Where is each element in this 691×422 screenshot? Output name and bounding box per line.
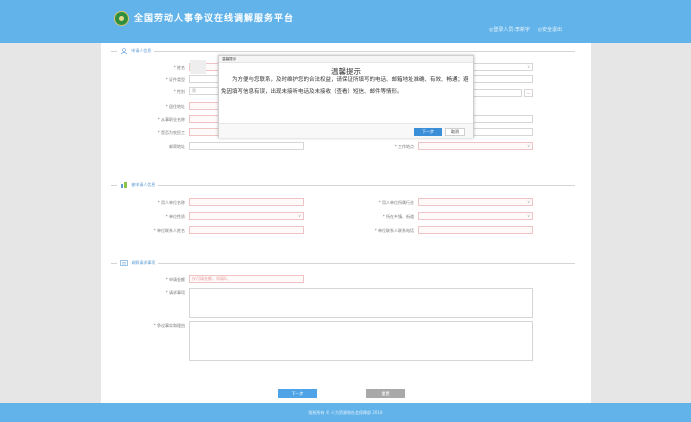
unit-nature-label: * 单位性质 bbox=[165, 214, 185, 219]
mail-address-label: 邮寄地址 bbox=[169, 144, 185, 149]
amount-label: * 申请金额 bbox=[165, 277, 185, 282]
workplace-select[interactable] bbox=[418, 142, 533, 150]
id-type-label: * 证件类型 bbox=[165, 77, 185, 82]
loading-placeholder bbox=[190, 60, 206, 74]
reset-button[interactable]: 重置 bbox=[366, 389, 405, 398]
amount-input[interactable]: 仅可填金额，如填0。 bbox=[189, 275, 304, 283]
reason-textarea[interactable] bbox=[189, 321, 533, 361]
next-step-button[interactable]: 下一步 bbox=[278, 389, 317, 398]
user-area: ◎登录人员:李新宇 ◎安全退出 bbox=[489, 26, 568, 33]
unit-region-label: * 所在乡镇、街道 bbox=[382, 214, 414, 219]
gender-label: * 性别 bbox=[173, 89, 185, 94]
workplace-label: * 工作地点 bbox=[394, 144, 414, 149]
top-header-bar: 全国劳动人事争议在线调解服务平台 ◎登录人员:李新宇 ◎安全退出 bbox=[0, 0, 691, 43]
section-end-mark bbox=[575, 262, 583, 266]
site-title: 全国劳动人事争议在线调解服务平台 bbox=[134, 14, 295, 24]
dialog-message: 为方便与您联系，及时维护您的合法权益，请保证所填写的电话、邮箱地址准确、有效、畅… bbox=[221, 77, 469, 95]
unit-industry-label: * 用人单位所属行业 bbox=[378, 200, 414, 205]
industry-label: * 从事职业名称 bbox=[157, 117, 185, 122]
respondent-section-title: 被申请人信息 bbox=[117, 182, 159, 188]
current-user-label: ◎登录人员:李新宇 bbox=[489, 27, 531, 33]
logout-link[interactable]: ◎安全退出 bbox=[538, 27, 562, 33]
section-end-mark bbox=[575, 184, 583, 188]
contact-name-label: * 单位联系人姓名 bbox=[153, 228, 185, 233]
person-icon bbox=[120, 48, 128, 54]
unit-industry-select[interactable] bbox=[418, 198, 533, 206]
unit-nature-select[interactable] bbox=[189, 212, 304, 220]
contact-phone-input[interactable] bbox=[418, 226, 533, 234]
request-label: * 请求事项 bbox=[165, 290, 185, 295]
organization-icon bbox=[121, 182, 127, 188]
reason-label: * 争议事实和理由 bbox=[153, 323, 185, 328]
dialog-next-button[interactable]: 下一步 bbox=[414, 128, 442, 136]
applicant-section-title: 申请人信息 bbox=[117, 48, 155, 54]
mail-address-input[interactable] bbox=[189, 142, 304, 150]
section-end-mark bbox=[575, 50, 583, 54]
contact-phone-label: * 单位联系人联系电话 bbox=[374, 228, 414, 233]
unit-name-input[interactable] bbox=[189, 198, 304, 206]
more-icon[interactable]: … bbox=[524, 89, 533, 97]
request-textarea[interactable] bbox=[189, 288, 533, 318]
dialog-footer: 下一步 取消 bbox=[219, 123, 473, 138]
tip-dialog: 温馨提示 温馨提示 为方便与您联系，及时维护您的合法权益，请保证所填写的电话、邮… bbox=[218, 55, 474, 138]
name-label: * 姓名 bbox=[173, 65, 185, 70]
unit-name-label: * 用人单位名称 bbox=[157, 200, 185, 205]
footer: 版权所有 © 人力资源和社会保障部 2018 bbox=[0, 403, 691, 422]
site-logo-icon bbox=[114, 11, 129, 26]
mediation-section-title: 调解请求事项 bbox=[117, 260, 159, 266]
unit-region-select[interactable] bbox=[418, 212, 533, 220]
address-label: * 居住地址 bbox=[165, 104, 185, 109]
dialog-header: 温馨提示 bbox=[219, 56, 473, 63]
dialog-cancel-button[interactable]: 取消 bbox=[445, 128, 465, 136]
contact-name-input[interactable] bbox=[189, 226, 304, 234]
migrant-label: * 是否为农民工 bbox=[157, 130, 185, 135]
document-icon bbox=[120, 260, 128, 266]
